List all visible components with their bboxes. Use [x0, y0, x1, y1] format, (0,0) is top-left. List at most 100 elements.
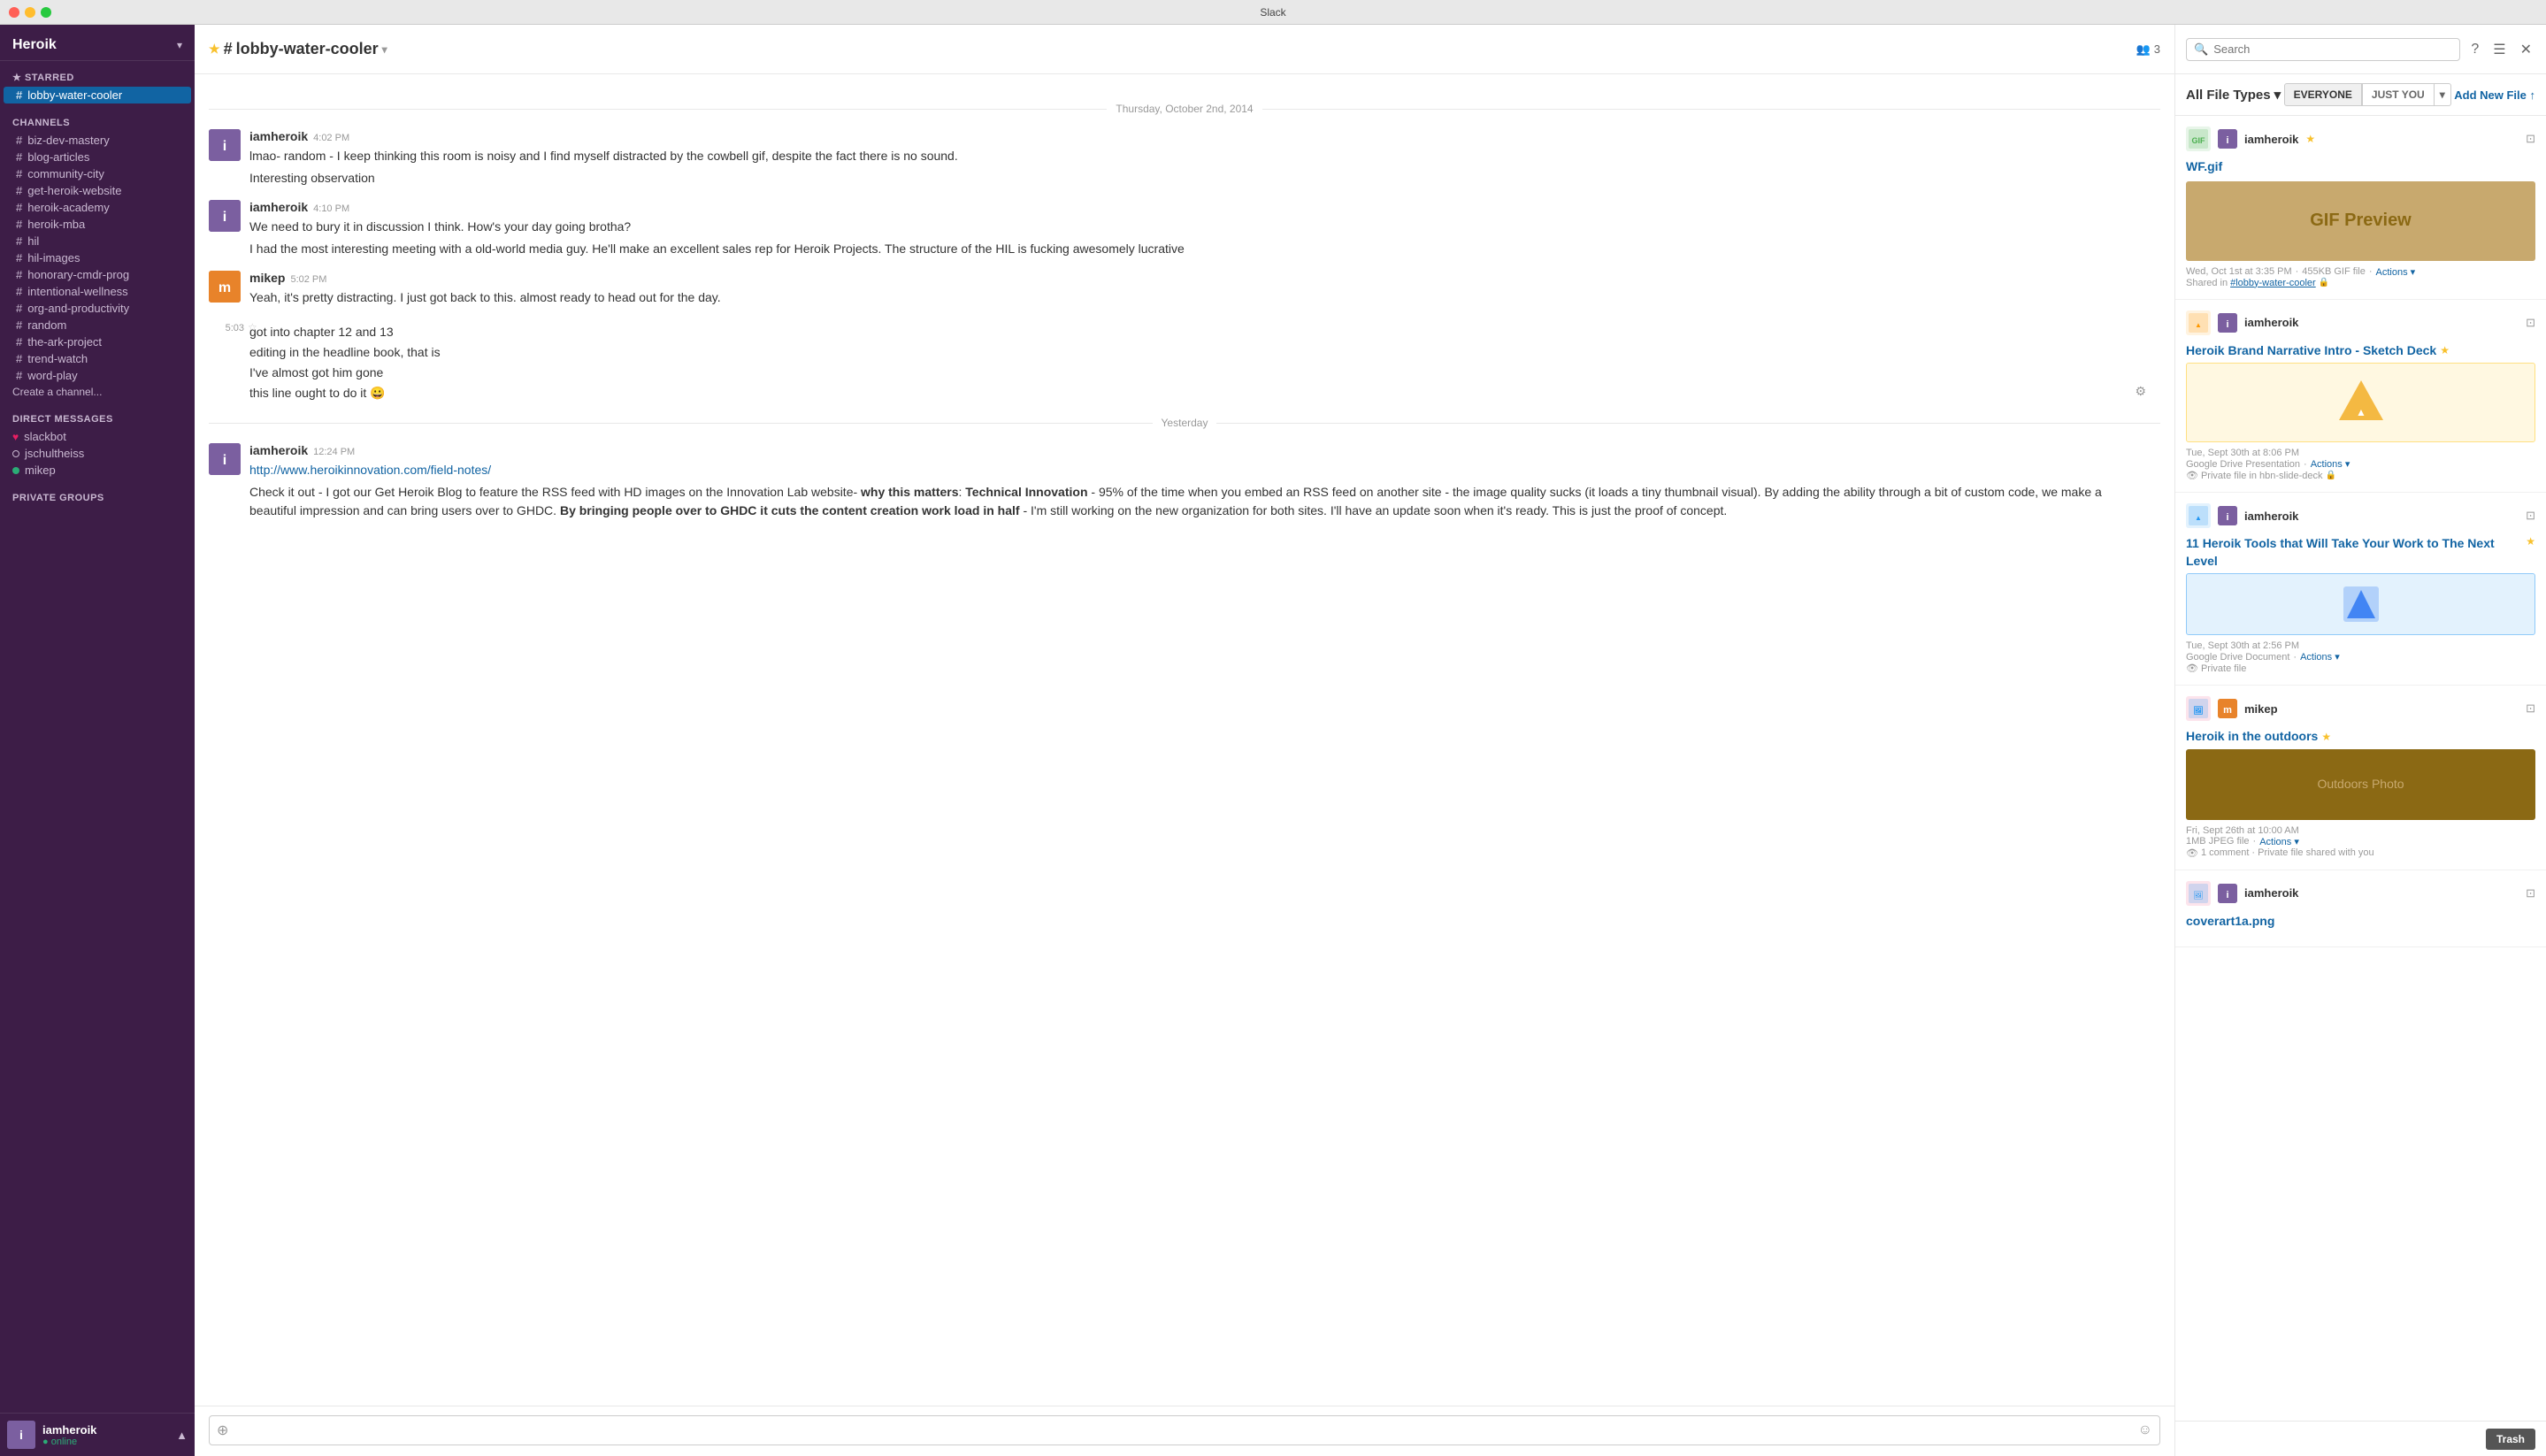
- file-pin-icon-4[interactable]: ⊡: [2526, 701, 2535, 716]
- file-item-heroik-tools: ▲ i iamheroik ⊡ 11 Heroik Tools that Wil…: [2175, 493, 2546, 686]
- sidebar-item-label: the-ark-project: [27, 335, 102, 349]
- file-title-1[interactable]: WF.gif: [2186, 158, 2535, 176]
- file-title-2[interactable]: Heroik Brand Narrative Intro - Sketch De…: [2186, 342, 2436, 360]
- sidebar-item-get-heroik-website[interactable]: #get-heroik-website: [4, 182, 191, 199]
- dm-jschultheiss[interactable]: jschultheiss: [0, 445, 195, 462]
- file-item-outdoors: 🖼 m mikep ⊡ Heroik in the outdoors ★ Out…: [2175, 686, 2546, 870]
- file-pin-icon-5[interactable]: ⊡: [2526, 886, 2535, 900]
- file-pin-icon-2[interactable]: ⊡: [2526, 316, 2535, 330]
- search-box: 🔍: [2186, 38, 2460, 61]
- date-divider-yesterday: Yesterday: [209, 417, 2160, 429]
- maximize-button[interactable]: [41, 7, 51, 18]
- file-preview-2: ▲: [2186, 363, 2535, 442]
- file-meta-3b: Google Drive Document · Actions ▾: [2186, 651, 2535, 663]
- team-name[interactable]: Heroik: [12, 37, 57, 53]
- sidebar-item-hil[interactable]: # hil: [4, 233, 191, 249]
- file-actions-1[interactable]: Actions ▾: [2376, 266, 2416, 278]
- message-group-1: i iamheroik 4:02 PM lmao- random - I kee…: [209, 129, 2160, 189]
- filter-everyone-button[interactable]: EVERYONE: [2284, 83, 2362, 106]
- close-button[interactable]: [9, 7, 19, 18]
- footer-chevron-icon[interactable]: ▲: [176, 1429, 188, 1442]
- file-preview-3: [2186, 573, 2535, 635]
- emoji-icon[interactable]: ☺: [2138, 1422, 2152, 1438]
- heart-icon: ♥: [12, 431, 19, 443]
- sidebar-item-biz-dev-mastery[interactable]: #biz-dev-mastery: [4, 132, 191, 149]
- file-star-4[interactable]: ★: [2321, 731, 2331, 743]
- chat-input[interactable]: [234, 1416, 2132, 1445]
- svg-text:i: i: [2226, 512, 2228, 523]
- file-item-header-5: 🖼 i iamheroik ⊡: [2186, 881, 2535, 906]
- add-new-file-button[interactable]: Add New File ↑: [2454, 88, 2535, 102]
- avatar-iamheroik-1: i: [209, 129, 241, 161]
- file-title-row-2: Heroik Brand Narrative Intro - Sketch De…: [2186, 342, 2535, 360]
- sidebar-item-lobby-water-cooler[interactable]: # lobby-water-cooler: [4, 87, 191, 103]
- channel-dropdown-icon[interactable]: ▾: [382, 43, 387, 56]
- sidebar-item-intentional-wellness[interactable]: #intentional-wellness: [4, 283, 191, 300]
- file-star-3[interactable]: ★: [2526, 535, 2535, 548]
- members-icon: 👥: [2136, 42, 2151, 57]
- sidebar-item-word-play[interactable]: #word-play: [4, 367, 191, 384]
- file-shared-channel-1[interactable]: #lobby-water-cooler: [2230, 278, 2316, 288]
- message-text-3: Yeah, it's pretty distracting. I just go…: [249, 288, 2125, 307]
- sidebar-item-community-city[interactable]: #community-city: [4, 165, 191, 182]
- create-channel-link[interactable]: Create a channel...: [0, 384, 195, 400]
- field-notes-link[interactable]: http://www.heroikinnovation.com/field-no…: [249, 463, 491, 477]
- sidebar-item-random[interactable]: #random: [4, 317, 191, 333]
- file-preview-1: GIF Preview: [2186, 181, 2535, 261]
- file-title-5[interactable]: coverart1a.png: [2186, 913, 2535, 931]
- sidebar-item-honorary-cmdr-prog[interactable]: #honorary-cmdr-prog: [4, 266, 191, 283]
- message-actions-4[interactable]: ⚙: [2135, 384, 2146, 399]
- message-row-5-body: Check it out - I got our Get Heroik Blog…: [249, 481, 2160, 522]
- panel-close-icon[interactable]: ✕: [2517, 37, 2535, 62]
- avatar-iamheroik-2: i: [209, 200, 241, 232]
- file-pin-icon-1[interactable]: ⊡: [2526, 132, 2535, 146]
- list-view-icon[interactable]: ☰: [2489, 37, 2509, 62]
- trash-button[interactable]: Trash: [2486, 1429, 2535, 1450]
- minimize-button[interactable]: [25, 7, 35, 18]
- hash-icon: #: [16, 201, 22, 214]
- message-row-4d: this line ought to do it 😀 ⚙: [209, 384, 2160, 402]
- offline-status-icon: [12, 450, 19, 457]
- team-chevron-icon[interactable]: ▾: [177, 39, 182, 51]
- filter-just-you-button[interactable]: JUST YOU: [2362, 83, 2435, 106]
- sidebar-item-org-and-productivity[interactable]: #org-and-productivity: [4, 300, 191, 317]
- file-user-avatar-4: m: [2218, 699, 2237, 718]
- file-actions-3[interactable]: Actions ▾: [2300, 651, 2340, 663]
- sidebar-item-heroik-academy[interactable]: #heroik-academy: [4, 199, 191, 216]
- message-text-1a: lmao- random - I keep thinking this room…: [249, 147, 2125, 165]
- avatar-mikep: m: [209, 271, 241, 303]
- sidebar-item-label: hil: [27, 234, 39, 248]
- file-user-avatar-1: i: [2218, 129, 2237, 149]
- add-attachment-icon[interactable]: ⊕: [217, 1422, 228, 1439]
- main-chat-area: ★ #lobby-water-cooler ▾ 👥 3 Thursday, Oc…: [195, 25, 2174, 1456]
- sidebar-item-blog-articles[interactable]: #blog-articles: [4, 149, 191, 165]
- search-input[interactable]: [2213, 42, 2452, 56]
- file-star-2[interactable]: ★: [2440, 344, 2450, 356]
- svg-text:🖼: 🖼: [2193, 706, 2203, 715]
- dm-mikep[interactable]: mikep: [0, 462, 195, 479]
- hash-icon: #: [16, 302, 22, 315]
- sidebar-item-trend-watch[interactable]: #trend-watch: [4, 350, 191, 367]
- file-actions-4[interactable]: Actions ▾: [2259, 836, 2299, 847]
- file-pin-icon-3[interactable]: ⊡: [2526, 509, 2535, 523]
- dm-slackbot[interactable]: ♥ slackbot: [0, 428, 195, 445]
- file-type-dropdown[interactable]: All File Types ▾: [2186, 87, 2281, 103]
- message-star-4[interactable]: ☆: [248, 321, 257, 333]
- sidebar-item-label: lobby-water-cooler: [27, 88, 122, 102]
- gif-file-icon: GIF: [2186, 126, 2211, 151]
- filter-more-button[interactable]: ▾: [2435, 83, 2451, 106]
- hash-icon: #: [16, 234, 22, 248]
- svg-text:▲: ▲: [2356, 406, 2366, 418]
- file-title-4[interactable]: Heroik in the outdoors: [2186, 728, 2318, 746]
- svg-text:🖼: 🖼: [2193, 891, 2203, 900]
- file-title-3[interactable]: 11 Heroik Tools that Will Take Your Work…: [2186, 535, 2522, 570]
- file-actions-2[interactable]: Actions ▾: [2311, 458, 2350, 470]
- sidebar-item-heroik-mba[interactable]: #heroik-mba: [4, 216, 191, 233]
- hash-icon: #: [16, 134, 22, 147]
- sidebar-item-hil-images[interactable]: #hil-images: [4, 249, 191, 266]
- hash-icon: #: [16, 268, 22, 281]
- help-icon[interactable]: ?: [2467, 38, 2482, 61]
- sidebar-item-the-ark-project[interactable]: #the-ark-project: [4, 333, 191, 350]
- svg-text:i: i: [2226, 319, 2228, 330]
- file-star-1[interactable]: ★: [2305, 133, 2315, 145]
